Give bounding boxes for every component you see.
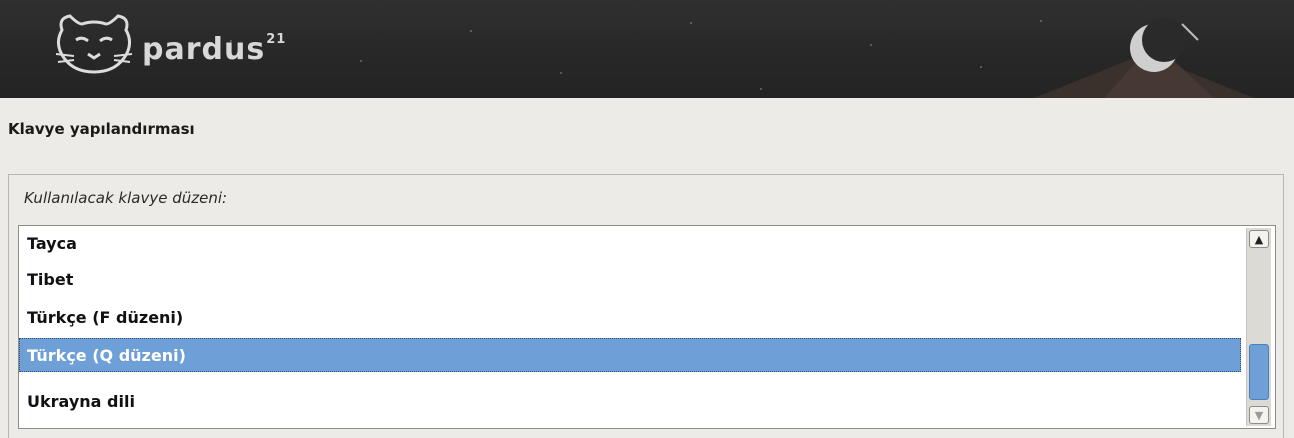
list-scrollbar[interactable]: ▲ ▼ xyxy=(1246,228,1271,426)
scroll-up-button[interactable]: ▲ xyxy=(1249,230,1269,248)
list-item-tibet[interactable]: Tibet xyxy=(19,262,1241,296)
keyboard-layout-list: Tayca Tibet Türkçe (F düzeni) Türkçe (Q … xyxy=(19,226,1245,428)
scroll-down-button[interactable]: ▼ xyxy=(1249,406,1269,424)
list-item-turkce-q[interactable]: Türkçe (Q düzeni) xyxy=(19,338,1241,372)
moon-mountain-icon xyxy=(1034,18,1254,98)
list-item-ukrayna[interactable]: Ukrayna dili xyxy=(19,384,1241,418)
chevron-up-icon: ▲ xyxy=(1254,232,1264,246)
page-title: Klavye yapılandırması xyxy=(8,120,195,138)
logo-wordmark: pardus21 xyxy=(142,31,287,67)
pardus-logo: pardus21 xyxy=(48,10,286,80)
keyboard-layout-listbox[interactable]: Tayca Tibet Türkçe (F düzeni) Türkçe (Q … xyxy=(18,225,1276,429)
cat-logo-icon xyxy=(55,14,133,74)
scrollbar-thumb[interactable] xyxy=(1249,344,1269,400)
header-banner: pardus21 xyxy=(0,0,1294,98)
chevron-down-icon: ▼ xyxy=(1254,408,1264,422)
prompt-label: Kullanılacak klavye düzeni: xyxy=(24,189,228,207)
list-item-tayca[interactable]: Tayca xyxy=(19,226,1241,260)
list-item-turkce-f[interactable]: Türkçe (F düzeni) xyxy=(19,300,1241,334)
